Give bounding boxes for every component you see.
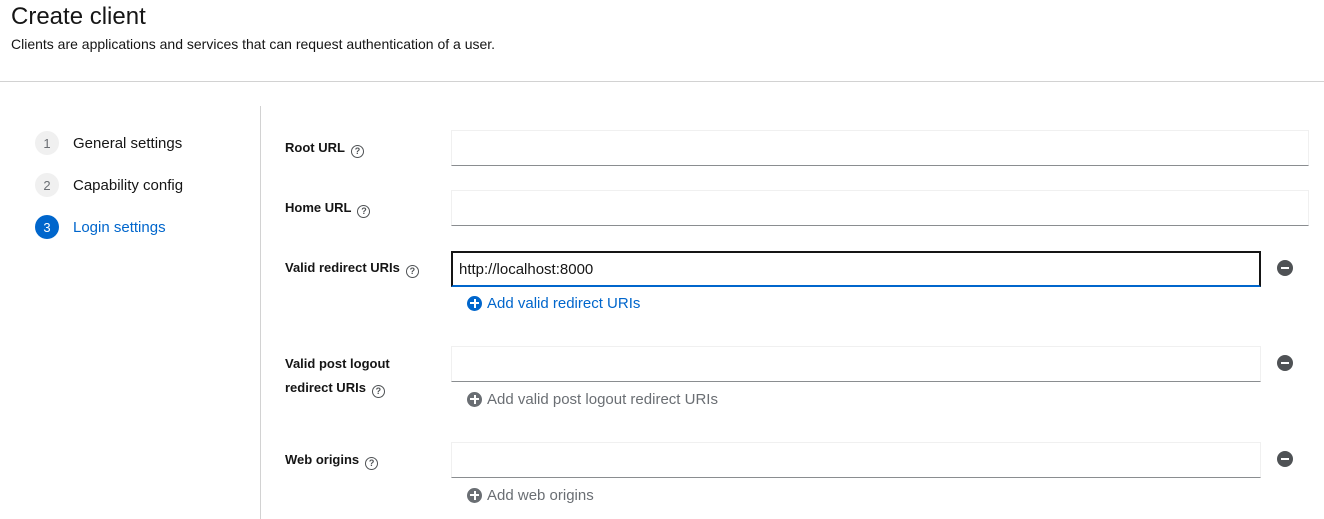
step-label: Capability config [73, 176, 184, 194]
wizard-step-general-settings[interactable]: 1 General settings [35, 131, 182, 155]
root-url-input[interactable] [451, 130, 1309, 166]
root-url-label: Root URL? [285, 136, 364, 160]
step-number: 3 [35, 215, 59, 239]
minus-circle-icon[interactable] [1277, 260, 1293, 276]
plus-circle-icon [467, 391, 482, 407]
step-label: Login settings [73, 218, 166, 236]
valid-redirect-uri-input[interactable] [451, 251, 1261, 287]
valid-redirect-uris-label-text: Valid redirect URIs [285, 260, 400, 275]
add-web-origins-button[interactable]: Add web origins [467, 485, 594, 505]
web-origin-input[interactable] [451, 442, 1261, 478]
plus-circle-icon [467, 487, 482, 503]
help-circle-icon[interactable]: ? [350, 145, 364, 158]
help-circle-icon[interactable]: ? [365, 457, 379, 470]
add-valid-redirect-uris-label: Add valid redirect URIs [487, 294, 641, 312]
valid-post-logout-redirect-uri-input[interactable] [451, 346, 1261, 382]
web-origins-label: Web origins? [285, 448, 379, 472]
step-label: General settings [73, 134, 183, 152]
step-number: 1 [35, 131, 59, 155]
minus-circle-icon[interactable] [1277, 355, 1293, 371]
step-number: 2 [35, 173, 59, 197]
wizard-step-login-settings[interactable]: 3 Login settings [35, 215, 166, 239]
add-valid-redirect-uris-button[interactable]: Add valid redirect URIs [467, 293, 640, 313]
wizard-step-capability-config[interactable]: 2 Capability config [35, 173, 183, 197]
home-url-label-text: Home URL [285, 200, 352, 215]
add-valid-post-logout-redirect-uris-button[interactable]: Add valid post logout redirect URIs [467, 389, 718, 409]
add-web-origins-label: Add web origins [487, 486, 594, 504]
help-circle-icon[interactable]: ? [371, 385, 385, 398]
plus-circle-icon [467, 295, 482, 311]
valid-redirect-uris-label: Valid redirect URIs? [285, 256, 419, 280]
root-url-label-text: Root URL [285, 140, 345, 155]
page-header: Create client Clients are applications a… [0, 0, 1324, 82]
post-logout-label-line1: Valid post logout [285, 356, 390, 371]
help-circle-icon[interactable]: ? [405, 265, 419, 278]
help-circle-icon[interactable]: ? [357, 205, 371, 218]
page-subtitle: Clients are applications and services th… [11, 36, 496, 52]
minus-circle-icon[interactable] [1277, 451, 1293, 467]
valid-post-logout-redirect-uris-label: Valid post logout redirect URIs? [285, 352, 390, 400]
home-url-label: Home URL? [285, 196, 371, 220]
wizard-nav: 1 General settings 2 Capability config 3… [0, 106, 261, 519]
home-url-input[interactable] [451, 190, 1309, 226]
add-valid-post-logout-redirect-uris-label: Add valid post logout redirect URIs [487, 390, 718, 408]
page-title: Create client [11, 3, 146, 30]
web-origins-label-text: Web origins [285, 452, 360, 467]
post-logout-label-line2: redirect URIs [285, 380, 366, 395]
